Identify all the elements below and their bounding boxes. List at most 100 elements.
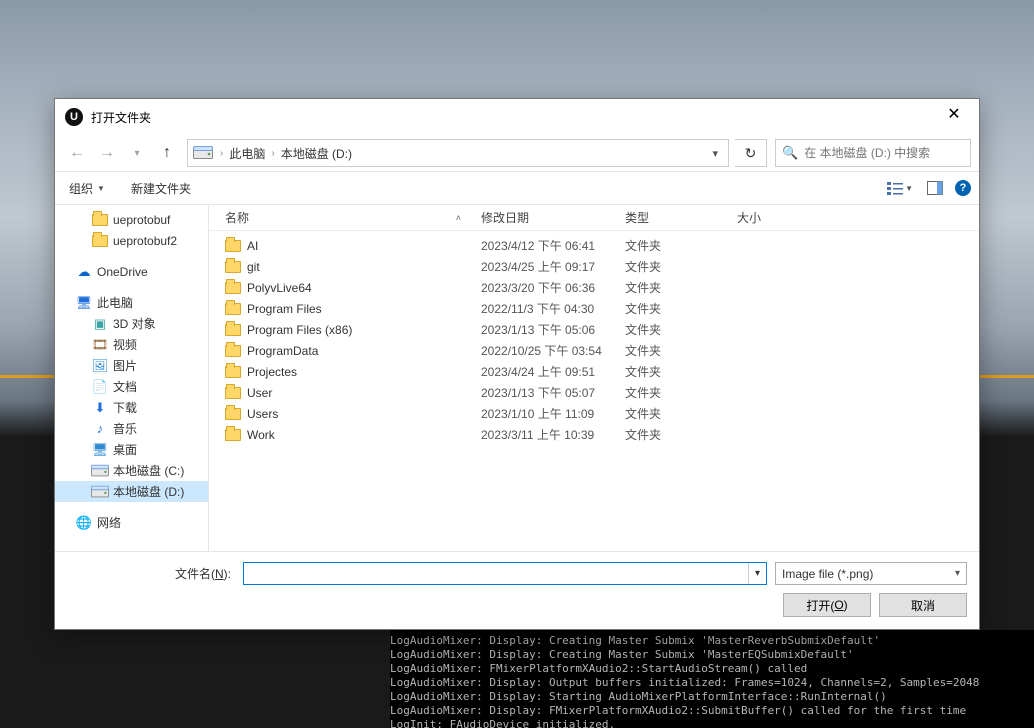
file-row[interactable]: git2023/4/25 上午 09:17文件夹: [209, 256, 979, 277]
tree-item[interactable]: 本地磁盘 (C:): [55, 460, 208, 481]
search-input[interactable]: [804, 146, 964, 160]
up-button[interactable]: ↑: [153, 139, 181, 167]
folder-icon: [225, 408, 241, 420]
filename-input[interactable]: [244, 567, 748, 581]
file-type-filter[interactable]: Image file (*.png) ▾: [775, 562, 967, 585]
column-header-type[interactable]: 类型: [621, 209, 733, 226]
help-button[interactable]: ?: [955, 180, 971, 196]
title-bar: U 打开文件夹 ✕: [55, 99, 979, 135]
refresh-button[interactable]: ↻: [735, 139, 767, 167]
app-icon: U: [65, 108, 83, 126]
tree-item-label: 3D 对象: [113, 315, 156, 332]
tree-item[interactable]: ♪音乐: [55, 418, 208, 439]
tree-item-label: 文档: [113, 378, 137, 395]
chevron-right-icon: ›: [269, 148, 276, 159]
recent-locations-button[interactable]: ▾: [123, 139, 151, 167]
organize-menu[interactable]: 组织▼: [63, 176, 111, 201]
column-header-name[interactable]: 名称˄: [221, 209, 477, 226]
tree-item[interactable]: 📄文档: [55, 376, 208, 397]
tree-item[interactable]: 🖥此电脑: [55, 292, 208, 313]
file-list-pane: 名称˄ 修改日期 类型 大小 AI2023/4/12 下午 06:41文件夹gi…: [209, 205, 979, 551]
breadcrumb-drive-d[interactable]: 本地磁盘 (D:): [277, 145, 356, 162]
sort-indicator-icon: ˄: [456, 213, 461, 223]
video-icon: 🎞: [91, 337, 109, 353]
cloud-icon: ☁: [75, 264, 93, 280]
folder-icon: [225, 261, 241, 273]
tree-item-label: ueprotobuf2: [113, 234, 177, 248]
file-row[interactable]: User2023/1/13 下午 05:07文件夹: [209, 382, 979, 403]
file-type: 文件夹: [621, 342, 733, 359]
folder-icon: [225, 387, 241, 399]
file-name: ProgramData: [247, 344, 318, 358]
tree-item[interactable]: 🎞视频: [55, 334, 208, 355]
file-row[interactable]: Projectes2023/4/24 上午 09:51文件夹: [209, 361, 979, 382]
tree-item[interactable]: ⬇下载: [55, 397, 208, 418]
file-type: 文件夹: [621, 321, 733, 338]
filename-history-chevron[interactable]: ▾: [748, 563, 766, 584]
view-mode-button[interactable]: ▼: [885, 179, 915, 197]
3d-icon: ▣: [91, 316, 109, 332]
file-date: 2023/1/10 上午 11:09: [477, 405, 621, 422]
file-type: 文件夹: [621, 300, 733, 317]
file-row[interactable]: ProgramData2022/10/25 下午 03:54文件夹: [209, 340, 979, 361]
navigation-tree[interactable]: ueprotobufueprotobuf2☁OneDrive🖥此电脑▣3D 对象…: [55, 205, 209, 551]
tree-item-label: 此电脑: [97, 294, 133, 311]
file-row[interactable]: Work2023/3/11 上午 10:39文件夹: [209, 424, 979, 445]
file-row[interactable]: PolyvLive642023/3/20 下午 06:36文件夹: [209, 277, 979, 298]
column-header-date[interactable]: 修改日期: [477, 209, 621, 226]
file-row[interactable]: AI2023/4/12 下午 06:41文件夹: [209, 235, 979, 256]
file-type: 文件夹: [621, 258, 733, 275]
file-type-filter-label: Image file (*.png): [782, 567, 873, 581]
music-icon: ♪: [91, 421, 109, 437]
tree-item[interactable]: ▣3D 对象: [55, 313, 208, 334]
tree-item[interactable]: ueprotobuf: [55, 209, 208, 230]
forward-button: →: [93, 139, 121, 167]
breadcrumb-this-pc[interactable]: 此电脑: [225, 145, 269, 162]
address-bar[interactable]: › 此电脑 › 本地磁盘 (D:) ▾: [187, 139, 729, 167]
tree-item-label: 视频: [113, 336, 137, 353]
file-name: Work: [247, 428, 275, 442]
address-history-chevron[interactable]: ▾: [706, 147, 724, 160]
tree-item[interactable]: 🌐网络: [55, 512, 208, 533]
file-name: git: [247, 260, 260, 274]
tree-item[interactable]: ☁OneDrive: [55, 261, 208, 282]
folder-icon: [91, 233, 109, 249]
file-date: 2023/4/12 下午 06:41: [477, 237, 621, 254]
organize-label: 组织: [69, 180, 93, 197]
tree-item-label: 下载: [113, 399, 137, 416]
tree-item-label: 桌面: [113, 441, 137, 458]
file-list[interactable]: AI2023/4/12 下午 06:41文件夹git2023/4/25 上午 0…: [209, 231, 979, 551]
file-name: PolyvLive64: [247, 281, 312, 295]
folder-icon: [225, 324, 241, 336]
folder-icon: [225, 366, 241, 378]
column-header-size[interactable]: 大小: [733, 209, 813, 226]
search-box[interactable]: 🔍: [775, 139, 971, 167]
filename-combo[interactable]: ▾: [243, 562, 767, 585]
file-type: 文件夹: [621, 384, 733, 401]
file-row[interactable]: Program Files2022/11/3 下午 04:30文件夹: [209, 298, 979, 319]
file-row[interactable]: Users2023/1/10 上午 11:09文件夹: [209, 403, 979, 424]
command-bar: 组织▼ 新建文件夹 ▼ ?: [55, 171, 979, 205]
tree-item[interactable]: 🖼图片: [55, 355, 208, 376]
file-type: 文件夹: [621, 405, 733, 422]
navigation-bar: ← → ▾ ↑ › 此电脑 › 本地磁盘 (D:) ▾ ↻ 🔍: [55, 135, 979, 171]
folder-icon: [225, 429, 241, 441]
open-button[interactable]: 打开(O): [783, 593, 871, 617]
file-type: 文件夹: [621, 279, 733, 296]
back-button[interactable]: ←: [63, 139, 91, 167]
tree-item[interactable]: 🖥桌面: [55, 439, 208, 460]
file-row[interactable]: Program Files (x86)2023/1/13 下午 05:06文件夹: [209, 319, 979, 340]
file-type: 文件夹: [621, 426, 733, 443]
file-date: 2023/1/13 下午 05:06: [477, 321, 621, 338]
tree-item[interactable]: 本地磁盘 (D:): [55, 481, 208, 502]
preview-pane-button[interactable]: [925, 179, 945, 197]
new-folder-button[interactable]: 新建文件夹: [125, 176, 197, 201]
file-date: 2023/4/24 上午 09:51: [477, 363, 621, 380]
drive-icon: [91, 463, 109, 479]
search-icon: 🔍: [782, 145, 798, 161]
chevron-down-icon: ▾: [955, 568, 960, 579]
tree-item-label: 图片: [113, 357, 137, 374]
cancel-button[interactable]: 取消: [879, 593, 967, 617]
tree-item[interactable]: ueprotobuf2: [55, 230, 208, 251]
close-button[interactable]: ✕: [931, 99, 977, 129]
